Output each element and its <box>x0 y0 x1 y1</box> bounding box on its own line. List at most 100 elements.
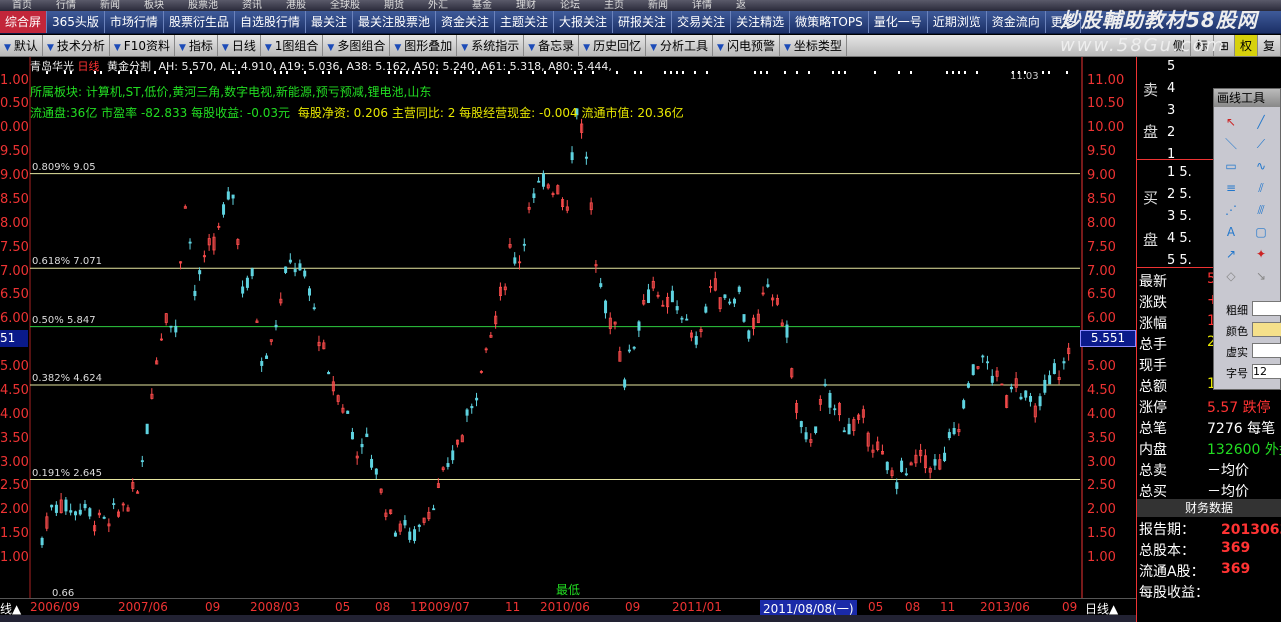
draw-tool-icon[interactable]: ⋰ <box>1224 203 1238 217</box>
draw-tool-icon[interactable]: ↗ <box>1224 247 1238 261</box>
signal-dot <box>838 71 840 74</box>
menu-item-6[interactable]: 最关注股票池 <box>353 11 436 33</box>
stat-key: 总笔 <box>1139 421 1167 437</box>
top-strip-item[interactable]: 资讯 <box>230 0 274 11</box>
draw-field-input[interactable] <box>1252 322 1281 337</box>
top-strip-item[interactable]: 基金 <box>460 0 504 11</box>
menu-item-3[interactable]: 股票衍生品 <box>164 11 235 33</box>
top-strip-item[interactable]: 行情 <box>44 0 88 11</box>
draw-tool-icon[interactable]: ✦ <box>1254 247 1268 261</box>
toolbar-item-13[interactable]: ▼ 坐标类型 <box>780 35 847 56</box>
toolbar-item-3[interactable]: ▼ 指标 <box>175 35 218 56</box>
stat-value: －均价 <box>1207 463 1249 479</box>
signal-dot <box>976 71 978 74</box>
toolbar-item-12[interactable]: ▼ 闪电预警 <box>713 35 780 56</box>
menu-item-8[interactable]: 主题关注 <box>495 11 555 33</box>
menu-item-9[interactable]: 大报关注 <box>554 11 614 33</box>
menu-item-2[interactable]: 市场行情 <box>105 11 164 33</box>
toolbar-item-7[interactable]: ▼ 图形叠加 <box>390 35 458 56</box>
candle-body <box>680 317 684 320</box>
top-strip-item[interactable]: 详情 <box>680 0 724 11</box>
draw-tool-icon[interactable]: ∿ <box>1254 159 1268 173</box>
menu-item-0[interactable]: 综合屏 <box>0 11 48 33</box>
menu-item-13[interactable]: 微策略TOPS <box>790 11 869 33</box>
menu-item-16[interactable]: 资金流向 <box>987 11 1046 33</box>
candle-body <box>804 432 808 440</box>
candle-body <box>570 152 574 161</box>
toolbar-item-10[interactable]: ▼ 历史回忆 <box>579 35 647 56</box>
top-strip-item[interactable]: 外汇 <box>416 0 460 11</box>
top-strip-item[interactable]: 全球股 <box>318 0 372 11</box>
draw-tool-icon[interactable]: ⫻ <box>1254 203 1268 217</box>
menu-item-15[interactable]: 近期浏览 <box>928 11 987 33</box>
top-strip-item[interactable]: 期货 <box>372 0 416 11</box>
candle-body <box>231 194 235 199</box>
x-tick: 2006/09 <box>30 600 80 614</box>
draw-tool-icon[interactable]: ↘ <box>1254 269 1268 283</box>
draw-tool-icon[interactable]: ▭ <box>1224 159 1238 173</box>
sell-row: 5 <box>1167 59 1176 74</box>
toolbar-item-6[interactable]: ▼ 多图组合 <box>323 35 391 56</box>
top-strip-item[interactable]: 新闻 <box>636 0 680 11</box>
stat-key: 总买 <box>1139 484 1167 500</box>
top-strip-item[interactable]: 新闻 <box>88 0 132 11</box>
candle-body <box>747 330 751 339</box>
toolbar-item-8[interactable]: ▼ 系统指示 <box>457 35 525 56</box>
drawing-tool-panel[interactable]: 画线工具 ↖ ╱ ＼ ⟋ ▭ ∿ ≡ ⫽ ⋰ ⫻ A ▢ ↗ ✦ ◇ ↘ 粗细 颜色 虚实 字号 12 <box>1213 88 1281 390</box>
candle-body <box>83 503 87 509</box>
top-strip-item[interactable]: 论坛 <box>548 0 592 11</box>
menu-item-12[interactable]: 关注精选 <box>731 11 791 33</box>
draw-tool-icon[interactable]: ＼ <box>1224 137 1238 151</box>
top-strip-item[interactable]: 主页 <box>592 0 636 11</box>
menu-item-11[interactable]: 交易关注 <box>672 11 732 33</box>
draw-tool-icon[interactable]: ⫽ <box>1254 181 1268 195</box>
candle-body <box>584 156 588 159</box>
top-strip-item[interactable]: 理财 <box>504 0 548 11</box>
draw-tool-icon[interactable]: ⟋ <box>1254 137 1268 151</box>
toolbar-item-11[interactable]: ▼ 分析工具 <box>646 35 714 56</box>
draw-field-input[interactable] <box>1252 301 1281 316</box>
menu-item-14[interactable]: 量化一号 <box>869 11 928 33</box>
toolbar-item-5[interactable]: ▼ 1图组合 <box>261 35 324 56</box>
candle-body <box>74 511 78 516</box>
toolbar-item-1[interactable]: ▼ 技术分析 <box>43 35 110 56</box>
kline-chart[interactable]: 青岛华光 日线 黄金分割 AH: 5.570, AL: 4.910, A19: … <box>0 57 1136 599</box>
current-price-tag: 5.551 <box>1080 330 1136 347</box>
draw-tool-icon[interactable]: A <box>1224 225 1238 239</box>
kline-chart-svg[interactable] <box>0 57 1136 598</box>
toolbar-item-0[interactable]: ▼ 默认 <box>0 35 43 56</box>
signal-dot <box>1048 71 1050 74</box>
stat-key: 总卖 <box>1139 463 1167 479</box>
candle-body <box>799 421 803 428</box>
draw-tool-icon[interactable]: ↖ <box>1224 115 1238 129</box>
candle-body <box>451 450 455 461</box>
menu-item-1[interactable]: 365头版 <box>47 11 105 33</box>
y-tick-right: 10.50 <box>1087 96 1125 112</box>
top-strip-item[interactable]: 首页 <box>0 0 44 11</box>
menu-item-4[interactable]: 自选股行情 <box>235 11 306 33</box>
candle-body <box>360 444 364 448</box>
toolbar-item-2[interactable]: ▼ F10资料 <box>110 35 175 56</box>
draw-tool-icon[interactable]: ◇ <box>1224 269 1238 283</box>
top-strip-item[interactable]: 港股 <box>274 0 318 11</box>
draw-field-input[interactable] <box>1252 343 1281 358</box>
draw-tool-icon[interactable]: ▢ <box>1254 225 1268 239</box>
signal-dot <box>832 71 834 74</box>
x-tick: 2008/03 <box>250 600 300 614</box>
toolbar-item-4[interactable]: ▼ 日线 <box>218 35 261 56</box>
toolbar-item-label: 分析工具 <box>660 38 709 53</box>
draw-tool-icon[interactable]: ╱ <box>1254 115 1268 129</box>
y-tick-left: 7.50 <box>0 239 29 255</box>
sector-line: 所属板块: 计算机,ST,低价,黄河三角,数字电视,新能源,预亏预减,锂电池,山… <box>30 85 432 99</box>
y-tick-left: 8.50 <box>0 191 29 207</box>
top-strip-item[interactable]: 股票池 <box>176 0 230 11</box>
menu-item-5[interactable]: 最关注 <box>306 11 353 33</box>
draw-field-input[interactable]: 12 <box>1252 364 1281 379</box>
top-strip-item[interactable]: 板块 <box>132 0 176 11</box>
candle-body <box>432 508 436 511</box>
toolbar-item-9[interactable]: ▼ 备忘录 <box>524 35 580 56</box>
draw-tool-icon[interactable]: ≡ <box>1224 181 1238 195</box>
menu-item-7[interactable]: 资金关注 <box>436 11 496 33</box>
menu-item-10[interactable]: 研报关注 <box>613 11 673 33</box>
top-strip-item[interactable]: 返 <box>724 0 758 11</box>
